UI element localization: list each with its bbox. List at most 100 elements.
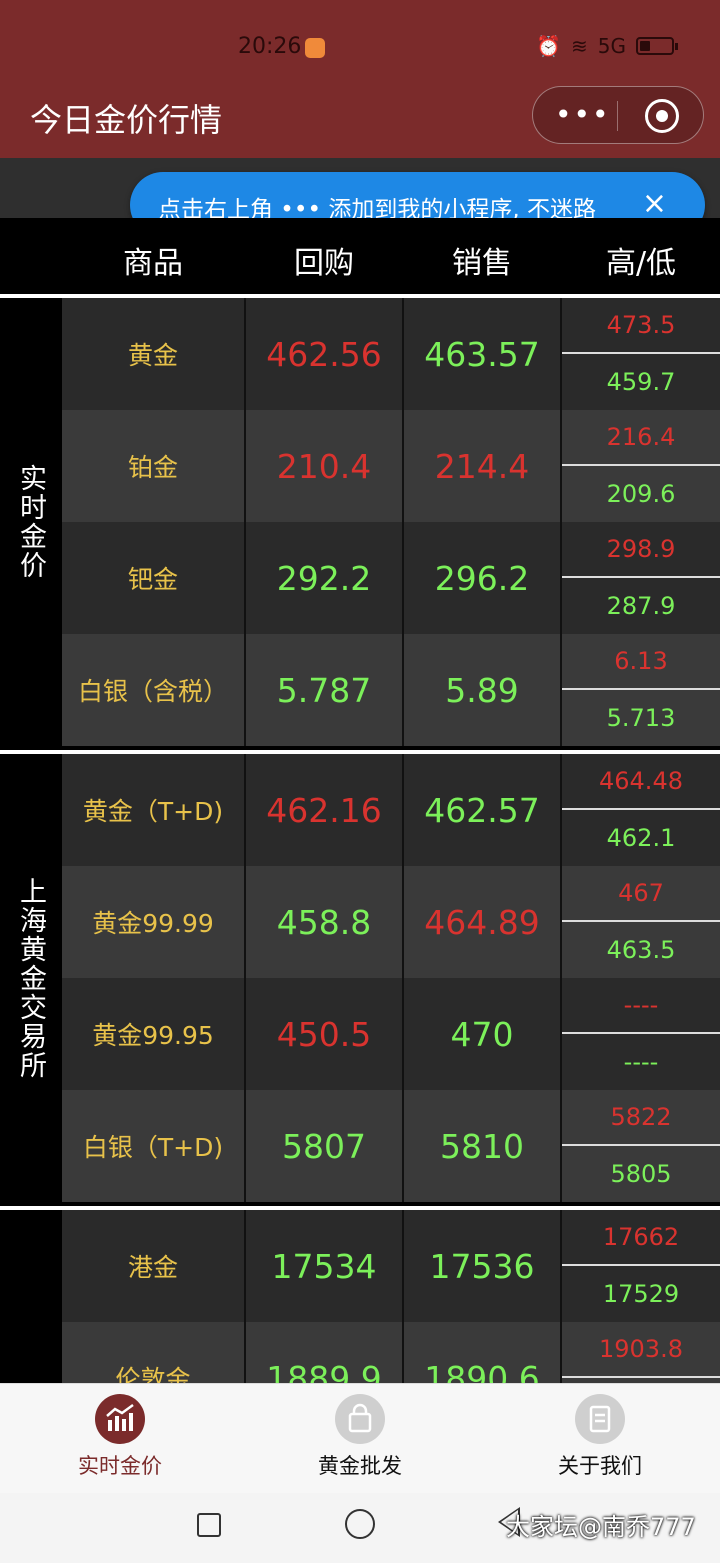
table-row[interactable]: 黄金99.95 450.5 470 ---- ---- [62,978,720,1090]
tip-close-icon[interactable]: × [642,186,667,221]
group-label-text: 上海黄金交易所 [15,876,46,1080]
tab-label: 实时金价 [78,1454,162,1478]
column-divider [402,754,404,866]
low-price: ---- [623,1048,659,1076]
column-divider [560,866,562,978]
column-divider [402,978,404,1090]
sell-price: 5.89 [445,670,519,710]
buy-price: 450.5 [276,1014,372,1054]
column-divider [402,1210,404,1322]
column-divider [402,634,404,746]
sell-price: 296.2 [434,558,530,598]
low-price: 462.1 [606,824,676,852]
tab-bar: 实时金价 黄金批发 关于我们 [0,1383,720,1493]
column-divider [244,1210,246,1322]
low-price: 5805 [610,1160,672,1188]
high-low-cell: 473.5 459.7 [562,298,720,410]
column-divider [560,978,562,1090]
product-name: 钯金 [127,565,178,594]
document-icon [575,1394,625,1444]
table-header: 商品 回购 销售 高/低 [0,218,720,294]
column-divider [560,1090,562,1202]
column-divider [560,522,562,634]
battery-icon [636,37,678,55]
tab-about-us[interactable]: 关于我们 [520,1394,680,1480]
col-sell-header: 销售 [452,246,512,281]
home-icon[interactable] [345,1509,375,1539]
column-divider [244,522,246,634]
column-divider [560,298,562,410]
table-row[interactable]: 黄金99.99 458.8 464.89 467 463.5 [62,866,720,978]
sell-price: 462.57 [424,790,540,830]
high-price: 1903.8 [562,1322,720,1378]
tab-label: 关于我们 [558,1454,642,1478]
group-label: 实时金价 [0,298,60,746]
sell-price: 5810 [440,1126,524,1166]
column-divider [560,634,562,746]
chart-icon [95,1394,145,1444]
group-label: 上海黄金交易所 [0,754,60,1202]
buy-price: 462.16 [266,790,382,830]
tab-gold-wholesale[interactable]: 黄金批发 [280,1394,440,1480]
table-row[interactable]: 黄金 462.56 463.57 473.5 459.7 [62,298,720,410]
table-row[interactable]: 港金 17534 17536 17662 17529 [62,1210,720,1322]
low-price: 287.9 [606,592,676,620]
alarm-icon: ⏰ [536,34,561,58]
column-divider [560,754,562,866]
high-price: 464.48 [562,754,720,810]
product-name: 白银（含税） [77,677,228,706]
system-nav-bar: 大家坛@南乔777 [0,1493,720,1563]
shopping-bag-icon [335,1394,385,1444]
high-low-cell: 464.48 462.1 [562,754,720,866]
table-row[interactable]: 黄金（T+D) 462.16 462.57 464.48 462.1 [62,754,720,866]
miniprogram-capsule: ••• [532,86,704,144]
high-low-cell: ---- ---- [562,978,720,1090]
product-name: 港金 [127,1253,178,1282]
product-name: 黄金99.99 [92,909,214,938]
buy-price: 292.2 [276,558,372,598]
high-low-cell: 216.4 209.6 [562,410,720,522]
column-divider [244,1090,246,1202]
column-divider [402,410,404,522]
table-row[interactable]: 白银（含税） 5.787 5.89 6.13 5.713 [62,634,720,746]
sell-price: 464.89 [424,902,540,942]
sell-price: 470 [450,1014,514,1054]
sell-price: 463.57 [424,334,540,374]
column-divider [244,634,246,746]
tab-label: 黄金批发 [318,1454,402,1478]
more-icon[interactable]: ••• [555,101,611,129]
product-name: 黄金99.95 [92,1021,214,1050]
page-title: 今日金价行情 [30,101,223,139]
tab-realtime-price[interactable]: 实时金价 [40,1394,200,1480]
product-name: 铂金 [127,453,178,482]
column-divider [244,298,246,410]
recent-apps-icon[interactable] [197,1513,221,1537]
product-name: 黄金 [127,341,178,370]
product-name: 黄金（T+D) [82,797,224,826]
table-row[interactable]: 铂金 210.4 214.4 216.4 209.6 [62,410,720,522]
close-miniprogram-icon[interactable] [645,99,679,133]
capsule-divider [617,101,618,131]
high-low-cell: 17662 17529 [562,1210,720,1322]
column-divider [402,866,404,978]
signal-icon: 5G [597,34,626,58]
low-price: 459.7 [606,368,676,396]
app-header: 20:26 ⏰ ≋ 5G 今日金价行情 ••• [0,0,720,158]
column-divider [244,410,246,522]
column-divider [244,978,246,1090]
high-price: 473.5 [562,298,720,354]
table-row[interactable]: 白银（T+D) 5807 5810 5822 5805 [62,1090,720,1202]
high-low-cell: 467 463.5 [562,866,720,978]
group-label-text: 实时金价 [15,464,46,580]
low-price: 463.5 [606,936,676,964]
wifi-icon: ≋ [571,34,588,58]
buy-price: 462.56 [266,334,382,374]
sell-price: 17536 [429,1246,535,1286]
col-name-header: 商品 [123,246,183,281]
high-low-cell: 298.9 287.9 [562,522,720,634]
watermark: 大家坛@南乔777 [506,1513,696,1541]
high-low-cell: 5822 5805 [562,1090,720,1202]
table-row[interactable]: 钯金 292.2 296.2 298.9 287.9 [62,522,720,634]
high-price: 467 [562,866,720,922]
high-low-cell: 6.13 5.713 [562,634,720,746]
